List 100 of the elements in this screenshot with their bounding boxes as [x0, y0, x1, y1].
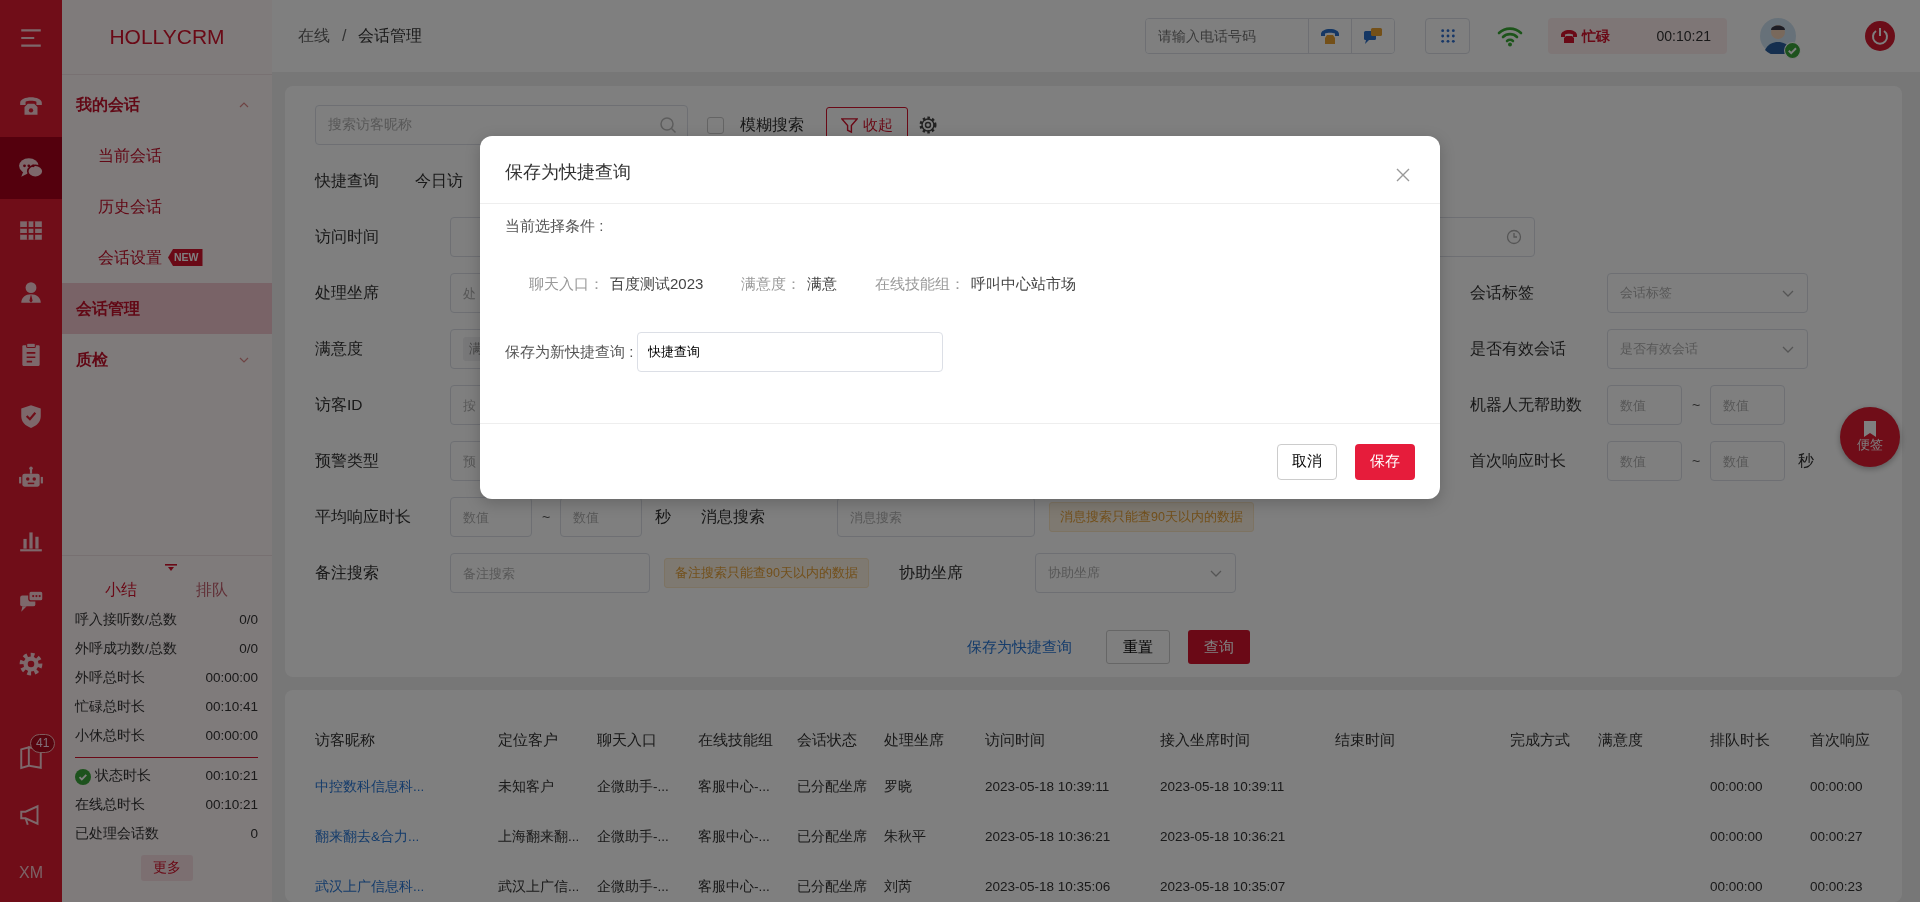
table-cell: 00:00:00	[1710, 778, 1763, 794]
checkbox-label: 模糊搜索	[740, 115, 804, 136]
apps-button[interactable]	[1425, 18, 1470, 54]
range-separator: ~	[540, 507, 552, 527]
field-label: 保存为新快捷查询 :	[505, 341, 634, 362]
field-label: 访问时间	[315, 227, 380, 248]
field-label: 首次响应时长	[1470, 451, 1567, 472]
column-header: 聊天入口	[597, 718, 698, 762]
table-cell: 00:00:00	[1710, 878, 1763, 894]
column-header: 在线技能组	[698, 718, 797, 762]
field-label: 会话标签	[1470, 283, 1535, 304]
field-label: 快捷查询	[315, 171, 380, 192]
stat-value: 0	[250, 825, 258, 844]
checkbox[interactable]	[707, 116, 724, 134]
column-header: 处理坐席	[884, 718, 985, 762]
quick-query-link[interactable]: 今日访	[415, 169, 463, 193]
field-label: 满意度	[315, 339, 364, 360]
menu-item[interactable]: 质检	[62, 334, 272, 385]
warning-note: 消息搜索只能查90天以内的数据	[1049, 502, 1254, 532]
stat-value: 00:10:21	[205, 767, 258, 786]
breadcrumb-current: 会话管理	[358, 26, 423, 46]
stat-value: 0/0	[239, 640, 258, 659]
condition-name: 在线技能组：	[875, 274, 966, 294]
table-cell: 00:00:00	[1810, 778, 1863, 794]
field-label: 平均响应时长	[315, 507, 412, 528]
collapse-toggle-icon[interactable]	[165, 564, 177, 572]
breadcrumb-link[interactable]: 在线	[298, 24, 330, 48]
stat-label: 外呼总时长	[75, 669, 145, 688]
dialog-title: 保存为快捷查询	[505, 161, 631, 184]
stat-value: 00:00:00	[205, 669, 258, 688]
field-label: 协助坐席	[898, 563, 964, 584]
conditions-label: 当前选择条件 :	[505, 216, 605, 236]
column-header: 接入坐席时间	[1160, 718, 1335, 762]
table-cell: 2023-05-18 10:36:21	[1160, 828, 1286, 844]
stat-value: 00:10:41	[205, 698, 258, 717]
condition-name: 聊天入口：	[529, 274, 604, 294]
breadcrumb-separator: /	[342, 26, 347, 46]
field-label: 机器人无帮助数	[1470, 395, 1583, 416]
menu-item[interactable]: 会话管理	[62, 283, 272, 334]
stat-value: 00:10:21	[205, 796, 258, 815]
status-indicator[interactable]: 忙碌 00:10:21	[1548, 18, 1727, 54]
table-cell: 客服中心-...	[698, 778, 770, 794]
wifi-icon	[1497, 25, 1523, 47]
visitor-link[interactable]: 中控数科信息科...	[315, 778, 425, 794]
table-cell: 2023-05-18 10:39:11	[985, 778, 1110, 794]
save-query-link[interactable]: 保存为快捷查询	[967, 635, 1072, 659]
unit-label: 秒	[1798, 451, 1814, 472]
message-button[interactable]	[1351, 19, 1394, 53]
table-cell: 2023-05-18 10:35:06	[985, 878, 1111, 894]
field-label: 消息搜索	[701, 507, 766, 528]
condition-name: 满意度：	[741, 274, 802, 294]
query-name-field[interactable]: 快捷查询	[637, 332, 944, 372]
stats-tab[interactable]: 小结	[75, 578, 167, 602]
table-cell: 2023-05-18 10:35:07	[1160, 878, 1286, 894]
user-initials[interactable]: XM	[19, 861, 43, 885]
person-icon[interactable]	[18, 279, 44, 305]
query-button[interactable]: 查询	[1188, 630, 1250, 664]
table-cell: 上海翻来翻...	[498, 828, 580, 844]
column-header: 满意度	[1598, 718, 1710, 762]
visitor-link[interactable]: 武汉上广信息科...	[315, 878, 425, 894]
table-cell: 企微助手-...	[597, 878, 669, 894]
column-header: 定位客户	[498, 718, 597, 762]
submenu-item[interactable]: 当前会话	[62, 130, 272, 181]
field-label: 访客ID	[315, 395, 364, 416]
table-cell: 企微助手-...	[597, 828, 669, 844]
table-cell: 朱秋平	[884, 828, 926, 844]
new-badge: NEW	[168, 249, 203, 266]
stat-value: 00:00:00	[205, 727, 258, 746]
shield-icon[interactable]	[18, 403, 44, 429]
save-button[interactable]: 保存	[1355, 443, 1415, 480]
settings-icon[interactable]	[918, 115, 938, 135]
chat-icon	[1363, 26, 1383, 46]
unit-label: 秒	[655, 507, 671, 528]
column-header: 会话状态	[797, 718, 884, 762]
stat-label: 在线总时长	[75, 796, 145, 815]
filter-icon	[841, 116, 858, 134]
status-timer: 00:10:21	[1656, 26, 1711, 46]
submenu-item[interactable]: 历史会话	[62, 181, 272, 232]
column-header: 结束时间	[1335, 718, 1510, 762]
submenu-item[interactable]: 会话设置 NEW	[62, 232, 272, 283]
column-header: 排队时长	[1710, 718, 1810, 762]
stat-value: 0/0	[239, 611, 258, 630]
reset-button[interactable]: 重置	[1106, 630, 1170, 664]
warning-note: 备注搜索只能查90天以内的数据	[664, 558, 869, 588]
visitor-link[interactable]: 翻来翻去&合力...	[315, 828, 420, 844]
power-button[interactable]	[1865, 21, 1895, 51]
table-cell: 刘芮	[884, 878, 912, 894]
table-cell: 00:00:23	[1810, 878, 1863, 894]
range-separator: ~	[1690, 395, 1702, 415]
clock-icon	[1506, 229, 1522, 245]
notification-badge: 41	[30, 734, 56, 753]
more-button[interactable]: 更多	[140, 855, 193, 881]
stat-label: 状态时长	[95, 767, 151, 786]
power-icon	[1865, 21, 1895, 51]
menu-item[interactable]: 我的会话	[62, 79, 272, 130]
table-cell: 罗晓	[884, 778, 912, 794]
cancel-button[interactable]: 取消	[1277, 443, 1337, 480]
stats-tab[interactable]: 排队	[166, 578, 258, 602]
condition-value: 百度测试2023	[610, 274, 704, 294]
phone-field[interactable]: 请输入电话号码	[1145, 18, 1395, 54]
